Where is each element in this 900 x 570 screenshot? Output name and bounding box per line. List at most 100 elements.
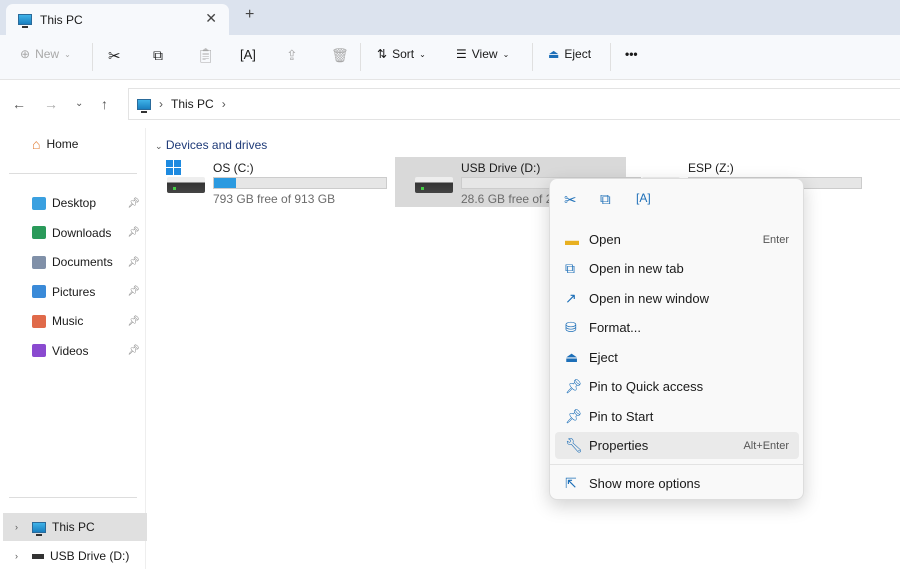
chevron-down-icon: ⌄ xyxy=(155,141,163,151)
menu-item-show-more-options[interactable]: ⇱ Show more options xyxy=(555,470,799,497)
sidebar-label: Home xyxy=(46,137,79,151)
pin-icon[interactable]: 📌︎ xyxy=(127,345,140,356)
menu-item-open[interactable]: ▬ Open Enter xyxy=(555,226,799,253)
sidebar-label: Pictures xyxy=(52,284,96,299)
windows-logo-icon xyxy=(166,160,181,175)
divider xyxy=(360,43,361,71)
divider xyxy=(9,497,137,498)
open-new-tab-icon: ⧉ xyxy=(565,260,575,276)
rename-icon[interactable]: [A] xyxy=(636,191,651,205)
copy-icon: ⧉ xyxy=(153,47,163,63)
sidebar-item-videos[interactable]: Videos 📌︎ xyxy=(0,337,146,365)
menu-item-eject[interactable]: ⏏ Eject xyxy=(555,344,799,371)
menu-item-properties[interactable]: 🔧︎ Properties Alt+Enter xyxy=(555,432,799,459)
sort-button[interactable]: ⇅ Sort ⌄ xyxy=(377,47,426,61)
chevron-right-icon: › xyxy=(221,97,226,111)
share-icon: ⇪ xyxy=(286,47,298,63)
sidebar-label: USB Drive (D:) xyxy=(50,549,130,563)
eject-icon: ⏏ xyxy=(565,349,579,365)
back-button[interactable]: ← xyxy=(12,96,26,112)
drive-tile[interactable]: OS (C:) 793 GB free of 913 GB xyxy=(147,157,387,207)
eject-label: Eject xyxy=(564,47,592,61)
up-button[interactable]: ↑ xyxy=(101,96,108,112)
sort-label: Sort xyxy=(392,47,415,61)
menu-item-pin-to-quick-access[interactable]: 📌︎ Pin to Quick access xyxy=(555,373,799,400)
rename-button[interactable]: [A] xyxy=(240,47,256,62)
new-tab-button[interactable]: + xyxy=(245,6,254,24)
sidebar-item-this-pc[interactable]: › This PC xyxy=(3,513,147,541)
pin-icon: 📌︎ xyxy=(565,408,583,424)
view-label: View xyxy=(471,47,498,61)
sidebar-label: Videos xyxy=(52,343,89,358)
menu-item-open-in-new-tab[interactable]: ⧉ Open in new tab xyxy=(555,255,799,282)
eject-button[interactable]: ⏏ Eject xyxy=(548,47,591,61)
new-button[interactable]: ⊕ New ⌄ xyxy=(20,47,71,61)
hard-drive-icon xyxy=(167,177,205,193)
view-button[interactable]: ☰ View ⌄ xyxy=(456,47,509,61)
menu-item-label: Open xyxy=(589,232,621,247)
address-bar[interactable]: › This PC › xyxy=(128,88,900,120)
format-icon: ⛁ xyxy=(565,319,577,335)
cut-icon[interactable]: ✂ xyxy=(564,191,577,209)
cut-button[interactable]: ✂ xyxy=(108,47,121,65)
new-label: New xyxy=(35,47,60,61)
chevron-down-icon: ⌄ xyxy=(64,49,71,59)
tab-this-pc[interactable]: This PC ✕ xyxy=(6,4,229,35)
home-icon: ⌂ xyxy=(32,136,41,152)
divider xyxy=(92,43,93,71)
breadcrumb-this-pc[interactable]: This PC xyxy=(171,97,214,111)
view-icon: ☰ xyxy=(456,47,467,61)
chevron-right-icon: › xyxy=(15,551,18,561)
eject-icon: ⏏ xyxy=(548,47,560,61)
pictures-icon xyxy=(32,285,46,298)
section-devices-and-drives[interactable]: ⌄ Devices and drives xyxy=(155,138,267,152)
pin-icon[interactable]: 📌︎ xyxy=(127,257,140,268)
pin-icon[interactable]: 📌︎ xyxy=(127,316,140,327)
copy-button[interactable]: ⧉ xyxy=(153,47,163,64)
show-more-icon: ⇱ xyxy=(565,475,577,491)
close-tab-icon[interactable]: ✕ xyxy=(205,10,217,27)
menu-item-label: Pin to Start xyxy=(589,409,654,424)
forward-button[interactable]: → xyxy=(44,96,58,112)
share-button[interactable]: ⇪ xyxy=(286,47,298,64)
recent-locations-button[interactable]: ⌄ xyxy=(75,98,83,109)
menu-item-label: Show more options xyxy=(589,476,701,491)
context-menu: ✂ ⧉ [A] ▬ Open Enter ⧉ Open in new tab ↗ Open … xyxy=(549,178,804,500)
sidebar-item-music[interactable]: Music 📌︎ xyxy=(0,307,146,335)
copy-icon[interactable]: ⧉ xyxy=(600,191,611,208)
this-pc-icon xyxy=(32,521,46,536)
menu-item-label: Open in new tab xyxy=(589,261,684,276)
scissors-icon: ✂ xyxy=(108,48,121,65)
address-row: ← → ⌄ ↑ › This PC › xyxy=(0,80,900,128)
pin-icon[interactable]: 📌︎ xyxy=(127,198,140,209)
trash-icon: 🗑︎ xyxy=(331,47,349,63)
divider xyxy=(550,464,803,465)
more-icon: ••• xyxy=(625,47,638,61)
menu-item-pin-to-start[interactable]: 📌︎ Pin to Start xyxy=(555,403,799,430)
pin-icon[interactable]: 📌︎ xyxy=(127,227,140,238)
sidebar-label: Desktop xyxy=(52,196,97,210)
open-new-window-icon: ↗ xyxy=(565,290,577,306)
sidebar-item-pictures[interactable]: Pictures 📌︎ xyxy=(0,278,146,306)
sidebar-item-downloads[interactable]: Downloads 📌︎ xyxy=(0,219,146,247)
pin-icon[interactable]: 📌︎ xyxy=(127,286,140,297)
paste-button[interactable]: 📋︎ xyxy=(197,47,215,64)
this-pc-icon xyxy=(18,14,32,28)
drive-name: USB Drive (D:) xyxy=(461,161,541,175)
more-options-button[interactable]: ••• xyxy=(625,47,638,61)
delete-button[interactable]: 🗑︎ xyxy=(331,47,349,64)
rename-icon: [A] xyxy=(240,47,256,62)
sidebar-item-home[interactable]: ⌂ Home xyxy=(0,130,146,158)
divider xyxy=(532,43,533,71)
sidebar-item-usb-drive[interactable]: › USB Drive (D:) xyxy=(0,542,146,570)
sidebar-item-documents[interactable]: Documents 📌︎ xyxy=(0,248,146,276)
sidebar-item-desktop[interactable]: Desktop 📌︎ xyxy=(0,189,146,217)
command-bar: ⊕ New ⌄ ✂ ⧉ 📋︎ [A] ⇪ 🗑︎ ⇅ Sort ⌄ ☰ View ⌄ ⏏ Eje… xyxy=(0,35,900,80)
menu-item-label: Properties xyxy=(589,438,649,453)
menu-item-label: Open in new window xyxy=(589,291,709,306)
sidebar-label: This PC xyxy=(52,520,95,534)
menu-item-open-in-new-window[interactable]: ↗ Open in new window xyxy=(555,285,799,312)
videos-icon xyxy=(32,344,46,357)
navigation-pane: ⌂ Home Desktop 📌︎ Downloads 📌︎ Documents 📌︎ Pic… xyxy=(0,128,147,570)
menu-item-format[interactable]: ⛁ Format... xyxy=(555,314,799,341)
